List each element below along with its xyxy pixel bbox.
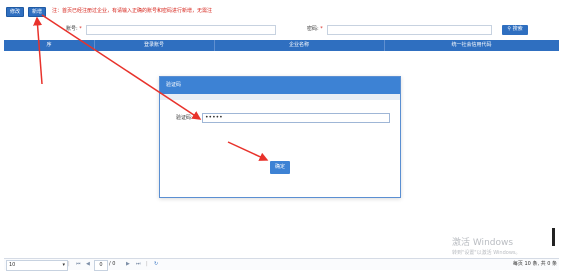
next-page-icon[interactable]: ▶ xyxy=(126,259,130,270)
refresh-icon[interactable]: ↻ xyxy=(154,259,158,270)
arrow-to-confirm-button xyxy=(227,141,269,161)
prev-page-icon[interactable]: ◀ xyxy=(86,259,90,270)
separator: | xyxy=(68,261,70,267)
first-page-icon[interactable]: ⏮ xyxy=(76,259,81,270)
last-page-icon[interactable]: ⏭ xyxy=(136,259,141,270)
pagination-summary: 每页 10 条, 共 0 条 xyxy=(512,261,557,267)
page-number-input[interactable]: 0 xyxy=(94,260,108,271)
page-total: / 0 xyxy=(109,261,116,267)
page-size-select[interactable]: 10 ▾ xyxy=(6,260,68,271)
activate-windows-subtitle: 转到"设置"以激活 Windows。 xyxy=(452,250,521,256)
annotation-arrows xyxy=(33,14,269,161)
scroll-handle[interactable] xyxy=(552,228,555,246)
arrow-to-add-button xyxy=(33,16,43,85)
activate-windows-title: 激活 Windows xyxy=(452,238,514,248)
arrow-to-captcha-field xyxy=(41,14,202,120)
chevron-down-icon: ▾ xyxy=(62,262,65,268)
separator: | xyxy=(146,261,148,267)
pagination-bar: 10 ▾ | ⏮ ◀ 0 / 0 ▶ ⏭ | ↻ 每页 10 条, 共 0 条 xyxy=(4,258,559,271)
